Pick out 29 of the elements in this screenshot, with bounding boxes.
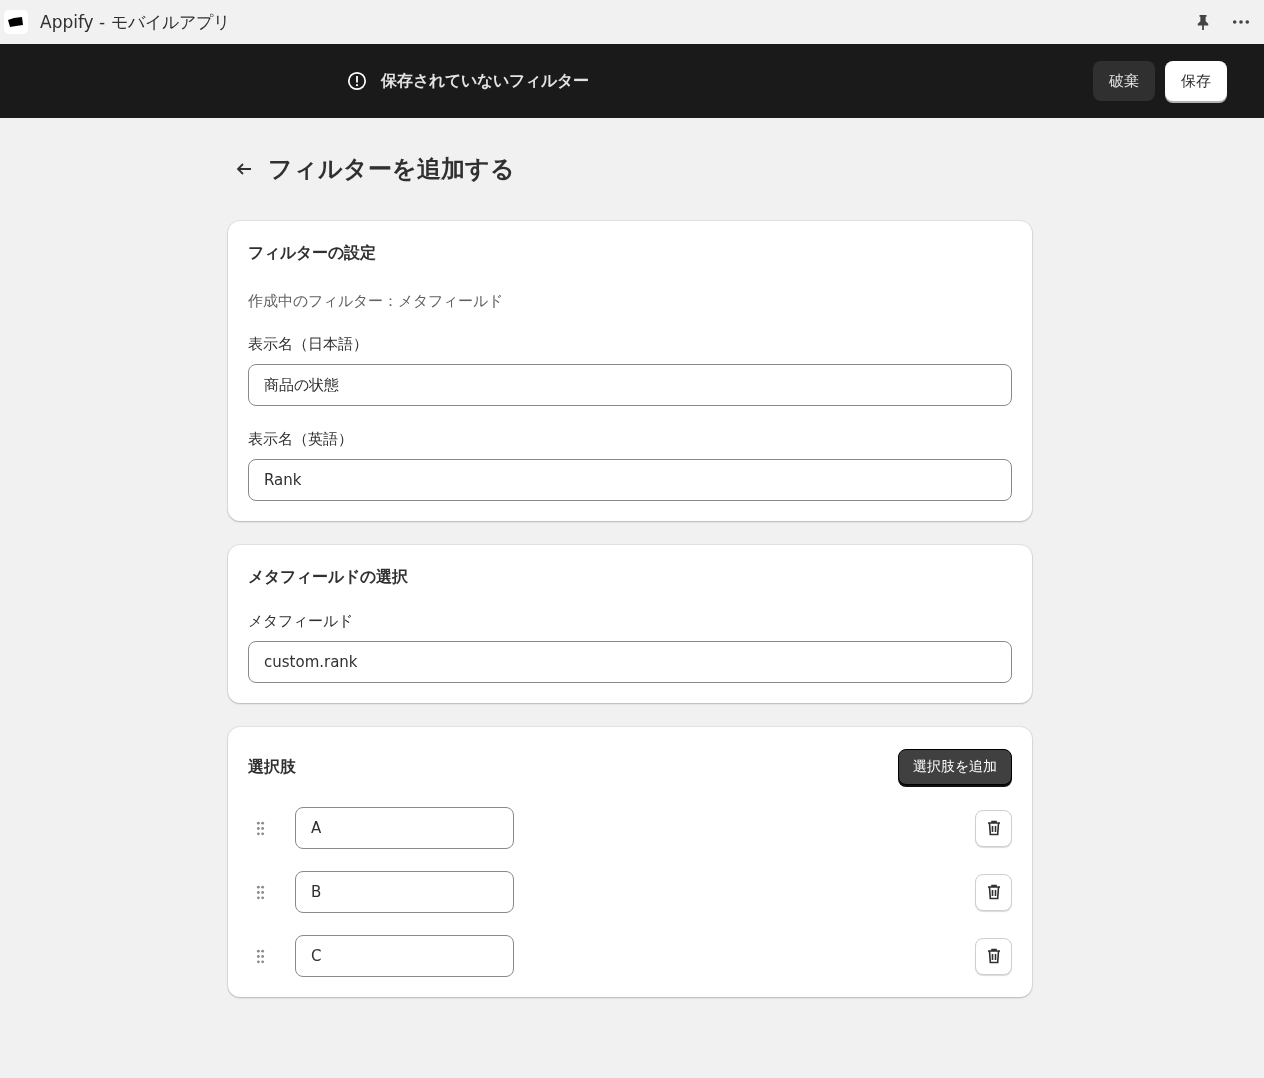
pin-icon[interactable]	[1196, 13, 1210, 31]
card-note: 作成中のフィルター：メタフィールド	[248, 292, 504, 311]
discard-button[interactable]: 破棄	[1093, 61, 1155, 101]
text-field[interactable]: 商品の状態	[248, 364, 1012, 406]
delete-button[interactable]	[975, 873, 1012, 911]
field-label: 表示名（英語）	[248, 430, 354, 449]
app-title: Appify - モバイルアプリ	[40, 10, 230, 34]
unsaved-message: 保存されていないフィルター	[381, 70, 589, 92]
page-title: フィルターを追加する	[268, 154, 515, 185]
app-logo-icon	[4, 10, 28, 34]
card-title: 選択肢	[248, 756, 296, 778]
text-field[interactable]: Rank	[248, 459, 1012, 501]
drag-handle-icon[interactable]	[256, 884, 265, 900]
card-title: フィルターの設定	[248, 243, 377, 264]
delete-button[interactable]	[975, 809, 1012, 847]
option-field[interactable]: A	[295, 807, 514, 849]
more-icon[interactable]	[1232, 19, 1250, 25]
save-button[interactable]: 保存	[1165, 61, 1227, 101]
card-title: メタフィールドの選択	[248, 567, 409, 588]
add-option-button[interactable]: 選択肢を追加	[898, 749, 1012, 785]
option-field[interactable]: B	[295, 871, 514, 913]
field-label: メタフィールド	[248, 612, 354, 631]
drag-handle-icon[interactable]	[256, 820, 265, 836]
field-label: 表示名（日本語）	[248, 335, 369, 354]
drag-handle-icon[interactable]	[256, 948, 265, 964]
option-field[interactable]: C	[295, 935, 514, 977]
alert-icon	[347, 71, 367, 91]
text-field[interactable]: custom.rank	[248, 641, 1012, 683]
delete-button[interactable]	[975, 937, 1012, 975]
